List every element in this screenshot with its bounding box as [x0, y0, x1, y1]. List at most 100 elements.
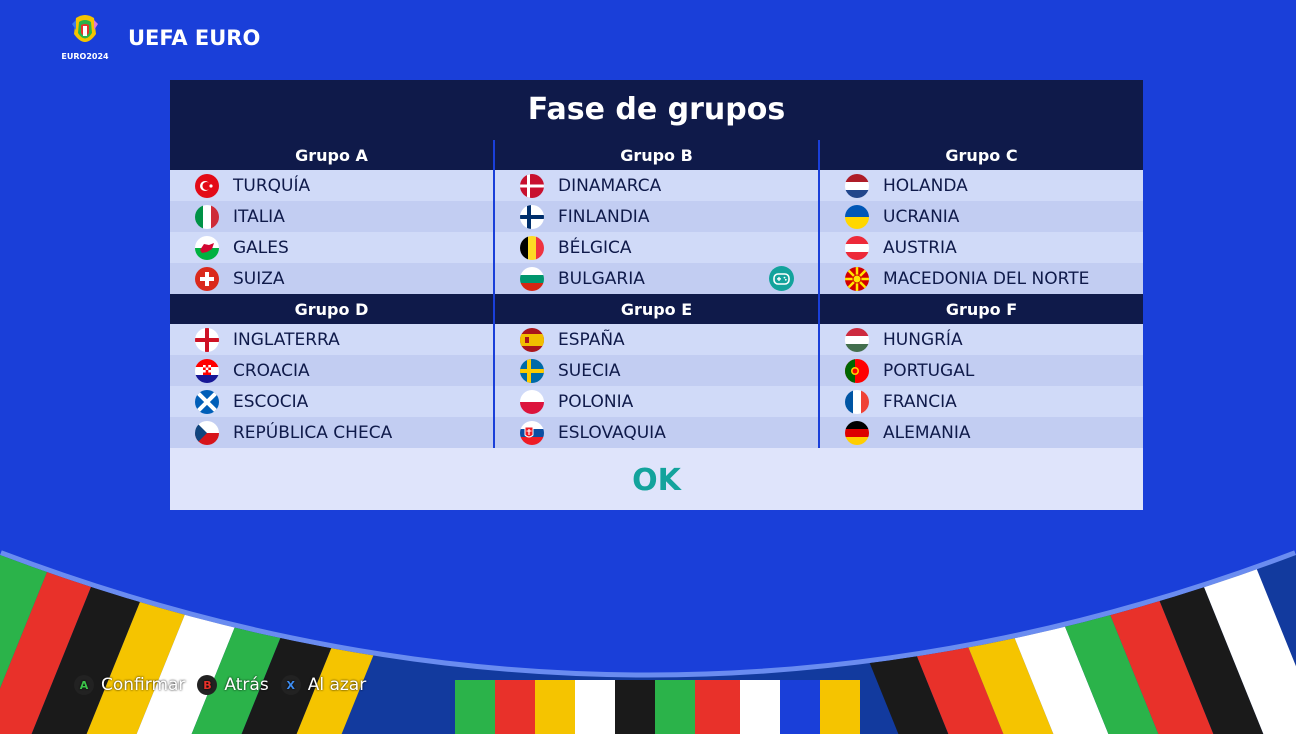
team-name: UCRANIA — [883, 206, 960, 227]
team-name: FRANCIA — [883, 391, 957, 412]
group-f: Grupo F HUNGRÍA PORTUGAL FRANCIA ALEMANI… — [820, 294, 1143, 448]
group-e: Grupo E ESPAÑA SUECIA POLONIA ESLOVAQUIA — [495, 294, 818, 448]
group-header: Grupo B — [495, 140, 818, 170]
ok-button[interactable]: OK — [170, 448, 1143, 510]
switzerland-flag-icon — [195, 266, 219, 291]
b-button-icon: B — [197, 675, 218, 695]
team-name: HUNGRÍA — [883, 329, 963, 350]
team-name: ITALIA — [233, 206, 285, 227]
team-row[interactable]: SUECIA — [495, 355, 818, 386]
team-row[interactable]: HUNGRÍA — [820, 324, 1143, 355]
team-name: PORTUGAL — [883, 360, 975, 381]
team-name: FINLANDIA — [558, 206, 650, 227]
team-name: DINAMARCA — [558, 175, 662, 196]
confirm-hint[interactable]: A Confirmar — [74, 675, 185, 695]
team-row[interactable]: PORTUGAL — [820, 355, 1143, 386]
team-name: INGLATERRA — [233, 329, 340, 350]
belgium-flag-icon — [520, 235, 544, 260]
stadium-stripes-decoration — [0, 550, 1296, 734]
team-row[interactable]: HOLANDA — [820, 170, 1143, 201]
italy-flag-icon — [195, 204, 219, 229]
team-name: ALEMANIA — [883, 422, 971, 443]
team-row[interactable]: DINAMARCA — [495, 170, 818, 201]
team-row[interactable]: ALEMANIA — [820, 417, 1143, 448]
denmark-flag-icon — [520, 173, 544, 198]
confirm-label: Confirmar — [101, 675, 186, 695]
finland-flag-icon — [520, 204, 544, 229]
portugal-flag-icon — [845, 358, 869, 383]
user-controlled-team-icon — [769, 266, 794, 291]
team-name: ESCOCIA — [233, 391, 309, 412]
group-b: Grupo B DINAMARCA FINLANDIA BÉLGICA BULG… — [495, 140, 818, 294]
spain-flag-icon — [520, 327, 544, 352]
team-name: REPÚBLICA CHECA — [233, 422, 393, 443]
team-row[interactable]: BULGARIA — [495, 263, 818, 294]
turkey-flag-icon — [195, 173, 219, 198]
team-row[interactable]: SUIZA — [170, 263, 493, 294]
wales-flag-icon — [195, 235, 219, 260]
team-row[interactable]: TURQUÍA — [170, 170, 493, 201]
group-a: Grupo A TURQUÍA ITALIA GALES SUIZA — [170, 140, 493, 294]
team-row[interactable]: FINLANDIA — [495, 201, 818, 232]
team-name: GALES — [233, 237, 289, 258]
button-hints: A Confirmar B Atrás X Al azar — [74, 675, 378, 695]
austria-flag-icon — [845, 235, 869, 260]
north-macedonia-flag-icon — [845, 266, 869, 291]
x-button-icon: X — [280, 675, 301, 695]
group-header: Grupo F — [820, 294, 1143, 324]
euro-2024-logo: EURO2024 — [60, 14, 110, 76]
team-row[interactable]: CROACIA — [170, 355, 493, 386]
sweden-flag-icon — [520, 358, 544, 383]
team-row[interactable]: ESPAÑA — [495, 324, 818, 355]
team-name: ESPAÑA — [558, 329, 625, 350]
team-row[interactable]: INGLATERRA — [170, 324, 493, 355]
hungary-flag-icon — [845, 327, 869, 352]
team-row[interactable]: MACEDONIA DEL NORTE — [820, 263, 1143, 294]
team-row[interactable]: ITALIA — [170, 201, 493, 232]
bulgaria-flag-icon — [520, 266, 544, 291]
group-header: Grupo C — [820, 140, 1143, 170]
team-row[interactable]: ESCOCIA — [170, 386, 493, 417]
back-hint[interactable]: B Atrás — [197, 675, 269, 695]
group-d: Grupo D INGLATERRA CROACIA ESCOCIA REPÚB… — [170, 294, 493, 448]
croatia-flag-icon — [195, 358, 219, 383]
group-header: Grupo D — [170, 294, 493, 324]
team-row[interactable]: ESLOVAQUIA — [495, 417, 818, 448]
france-flag-icon — [845, 389, 869, 414]
netherlands-flag-icon — [845, 173, 869, 198]
group-c: Grupo C HOLANDA UCRANIA AUSTRIA MACEDONI… — [820, 140, 1143, 294]
random-label: Al azar — [307, 675, 367, 695]
group-header: Grupo E — [495, 294, 818, 324]
team-name: TURQUÍA — [233, 175, 311, 196]
random-hint[interactable]: X Al azar — [280, 675, 367, 695]
slovakia-flag-icon — [520, 420, 544, 445]
logo-text: EURO2024 — [61, 52, 109, 61]
poland-flag-icon — [520, 389, 544, 414]
team-row[interactable]: REPÚBLICA CHECA — [170, 417, 493, 448]
team-name: POLONIA — [558, 391, 634, 412]
page-title: Fase de grupos — [170, 80, 1143, 140]
team-name: ESLOVAQUIA — [558, 422, 666, 443]
team-name: SUIZA — [233, 268, 285, 289]
header: EURO2024 UEFA EURO — [60, 14, 260, 76]
czech-republic-flag-icon — [195, 420, 219, 445]
team-name: SUECIA — [558, 360, 621, 381]
team-name: CROACIA — [233, 360, 310, 381]
a-button-icon: A — [74, 675, 94, 695]
team-name: BÉLGICA — [558, 237, 632, 258]
team-row[interactable]: FRANCIA — [820, 386, 1143, 417]
back-label: Atrás — [224, 675, 269, 695]
team-row[interactable]: UCRANIA — [820, 201, 1143, 232]
scotland-flag-icon — [195, 389, 219, 414]
england-flag-icon — [195, 327, 219, 352]
ukraine-flag-icon — [845, 204, 869, 229]
app-title: UEFA EURO — [128, 26, 261, 50]
team-row[interactable]: BÉLGICA — [495, 232, 818, 263]
team-row[interactable]: GALES — [170, 232, 493, 263]
germany-flag-icon — [845, 420, 869, 445]
group-stage-panel: Fase de grupos Grupo A TURQUÍA ITALIA GA… — [170, 80, 1143, 510]
group-header: Grupo A — [170, 140, 493, 170]
team-row[interactable]: POLONIA — [495, 386, 818, 417]
groups-grid: Grupo A TURQUÍA ITALIA GALES SUIZA Grupo… — [170, 140, 1143, 448]
team-row[interactable]: AUSTRIA — [820, 232, 1143, 263]
